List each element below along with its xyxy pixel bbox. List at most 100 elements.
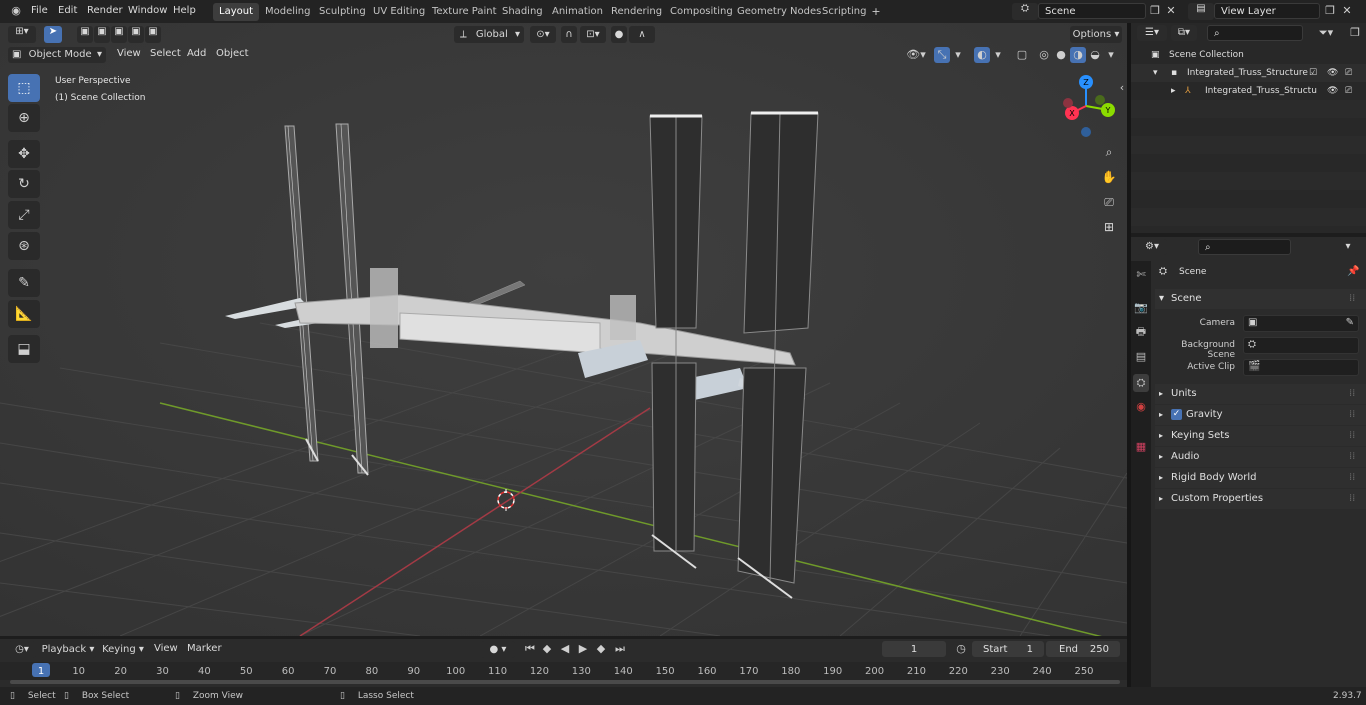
- drag-handle-icon[interactable]: ⁞⁞: [1349, 384, 1355, 404]
- camera-render-icon[interactable]: ⎚: [1345, 82, 1352, 100]
- scene-panel-header[interactable]: ▾ Scene ⁞⁞: [1155, 289, 1366, 309]
- camera-field[interactable]: ▣ ✎: [1243, 315, 1359, 332]
- shading-material-icon[interactable]: ◑: [1070, 47, 1086, 63]
- jump-to-keyframe-back-icon[interactable]: ◆: [539, 641, 555, 657]
- transform-orientation-dropdown[interactable]: ⟂ Global ▾: [454, 26, 524, 43]
- add-workspace-icon[interactable]: +: [869, 4, 883, 20]
- gravity-checkbox[interactable]: ✓: [1171, 409, 1182, 420]
- end-frame-field[interactable]: End 250: [1046, 641, 1120, 657]
- move-tool[interactable]: ✥: [8, 140, 40, 168]
- tab-compositing[interactable]: Compositing: [664, 3, 739, 21]
- add-cube-tool[interactable]: ⬓: [8, 335, 40, 363]
- auto-keying-toggle[interactable]: ● ▾: [481, 641, 515, 658]
- viewport-add-menu[interactable]: Add: [187, 43, 206, 66]
- section-keying-sets[interactable]: ▸ Keying Sets ⁞⁞: [1155, 426, 1366, 446]
- tab-layout[interactable]: Layout: [213, 3, 259, 21]
- tab-rendering[interactable]: Rendering: [605, 3, 668, 21]
- drag-handle-icon[interactable]: ⁞⁞: [1349, 489, 1355, 509]
- jump-to-end-icon[interactable]: ⏭: [612, 641, 628, 657]
- drag-handle-icon[interactable]: ⁞⁞: [1349, 468, 1355, 488]
- select-box-tool[interactable]: ⬚: [8, 74, 40, 102]
- perspective-toggle-grid-icon[interactable]: ⊞: [1098, 216, 1120, 238]
- render-tab-icon[interactable]: 📷: [1133, 299, 1149, 317]
- measure-tool[interactable]: 📐: [8, 300, 40, 328]
- keying-dropdown[interactable]: Keying ▾: [99, 641, 147, 658]
- section-rigid-body-world[interactable]: ▸ Rigid Body World ⁞⁞: [1155, 468, 1366, 488]
- proportional-edit-toggle[interactable]: ●: [611, 26, 627, 43]
- drag-handle-icon[interactable]: ⁞⁞: [1349, 447, 1355, 467]
- drag-handle-icon[interactable]: ⁞⁞: [1349, 289, 1355, 309]
- section-units[interactable]: ▸ Units ⁞⁞: [1155, 384, 1366, 404]
- select-mode-new[interactable]: ▣: [77, 26, 93, 43]
- tool-tab-icon[interactable]: ✄: [1133, 266, 1149, 284]
- world-tab-icon[interactable]: ◉: [1133, 398, 1149, 416]
- outliner-search-input[interactable]: ⌕: [1207, 25, 1303, 41]
- view-layer-field[interactable]: View Layer: [1214, 3, 1320, 19]
- play-icon[interactable]: ▶: [575, 641, 591, 657]
- overlays-toggle-icon[interactable]: ◐: [974, 47, 990, 63]
- scene-name-field[interactable]: Scene: [1038, 3, 1146, 19]
- camera-view-icon[interactable]: ⎚: [1098, 191, 1120, 213]
- rotate-tool[interactable]: ↻: [8, 170, 40, 198]
- sidebar-toggle-chevron-icon[interactable]: ‹: [1117, 80, 1127, 96]
- menu-file[interactable]: File: [31, 0, 48, 23]
- select-mode-invert[interactable]: ▣: [128, 26, 144, 43]
- menu-window[interactable]: Window: [128, 0, 167, 23]
- gizmo-dropdown-icon[interactable]: ▾: [952, 47, 964, 63]
- editor-type-button[interactable]: ⊞▾: [8, 26, 36, 43]
- delete-view-layer-icon[interactable]: ✕: [1340, 3, 1354, 19]
- object-mode-dropdown[interactable]: ▣ Object Mode ▾: [8, 47, 106, 63]
- eyedropper-icon[interactable]: ✎: [1346, 317, 1354, 328]
- section-audio[interactable]: ▸ Audio ⁞⁞: [1155, 447, 1366, 467]
- texture-tab-icon[interactable]: ▦: [1133, 438, 1149, 456]
- timeline-view-menu[interactable]: View: [154, 638, 178, 661]
- select-tool-toggle[interactable]: ➤: [44, 26, 62, 43]
- play-reverse-icon[interactable]: ◀: [557, 641, 573, 657]
- scene-tab-icon[interactable]: ⛭: [1133, 374, 1149, 392]
- eye-icon[interactable]: 👁: [1327, 64, 1338, 82]
- shading-wireframe-icon[interactable]: ◎: [1036, 47, 1052, 63]
- delete-scene-icon[interactable]: ✕: [1164, 3, 1178, 19]
- viewport-object-menu[interactable]: Object: [216, 43, 249, 66]
- section-gravity[interactable]: ▸ ✓ Gravity ⁞⁞: [1155, 405, 1366, 425]
- shading-dropdown-icon[interactable]: ▾: [1105, 47, 1117, 63]
- timeline-marker-menu[interactable]: Marker: [187, 638, 222, 661]
- tab-animation[interactable]: Animation: [546, 3, 609, 21]
- outliner-row-collection[interactable]: ▾ ▪ Integrated_Truss_Structure ☑ 👁 ⎚: [1131, 64, 1366, 82]
- section-custom-properties[interactable]: ▸ Custom Properties ⁞⁞: [1155, 489, 1366, 509]
- pan-view-hand-icon[interactable]: ✋: [1098, 166, 1120, 188]
- timeline-editor-type-button[interactable]: ◷▾: [8, 641, 36, 658]
- overlays-dropdown-icon[interactable]: ▾: [992, 47, 1004, 63]
- snap-settings-dropdown[interactable]: ⊡▾: [580, 26, 606, 43]
- select-mode-extend[interactable]: ▣: [94, 26, 110, 43]
- zoom-view-icon[interactable]: ⌕: [1098, 141, 1120, 163]
- tab-geometry-nodes[interactable]: Geometry Nodes: [731, 3, 827, 21]
- select-mode-intersect[interactable]: ▣: [145, 26, 161, 43]
- shading-solid-icon[interactable]: ●: [1053, 47, 1069, 63]
- display-mode-dropdown[interactable]: ⧉▾: [1171, 25, 1197, 41]
- visibility-selectability-icon[interactable]: 👁▾: [903, 47, 929, 63]
- menu-render[interactable]: Render: [87, 0, 123, 23]
- properties-editor-type-button[interactable]: ⚙▾: [1137, 239, 1167, 255]
- filter-icon[interactable]: ⏷▾: [1316, 25, 1336, 41]
- proportional-falloff-dropdown[interactable]: ∧: [629, 26, 655, 43]
- viewport-select-menu[interactable]: Select: [150, 43, 181, 66]
- view-layer-tab-icon[interactable]: ▤: [1133, 348, 1149, 366]
- outliner-row-object[interactable]: ▸ ⅄ Integrated_Truss_Structu 👁 ⎚: [1131, 82, 1366, 100]
- output-tab-icon[interactable]: 🖶: [1133, 323, 1149, 341]
- eye-icon[interactable]: 👁: [1327, 82, 1338, 100]
- tab-modeling[interactable]: Modeling: [259, 3, 317, 21]
- view-layer-selector-button[interactable]: ▤: [1188, 3, 1214, 20]
- new-view-layer-icon[interactable]: ❐: [1323, 3, 1337, 19]
- annotate-tool[interactable]: ✎: [8, 269, 40, 297]
- camera-render-icon[interactable]: ⎚: [1345, 64, 1352, 82]
- outliner-row-scene-collection[interactable]: ▣ Scene Collection: [1131, 46, 1366, 64]
- jump-to-keyframe-forward-icon[interactable]: ◆: [593, 641, 609, 657]
- scale-tool[interactable]: ⤢: [8, 201, 40, 229]
- shading-rendered-icon[interactable]: ◒: [1087, 47, 1103, 63]
- drag-handle-icon[interactable]: ⁞⁞: [1349, 405, 1355, 425]
- menu-edit[interactable]: Edit: [58, 0, 77, 23]
- cursor-tool[interactable]: ⊕: [8, 104, 40, 132]
- blender-logo-icon[interactable]: ◉: [8, 3, 24, 19]
- tab-texture-paint[interactable]: Texture Paint: [426, 3, 503, 21]
